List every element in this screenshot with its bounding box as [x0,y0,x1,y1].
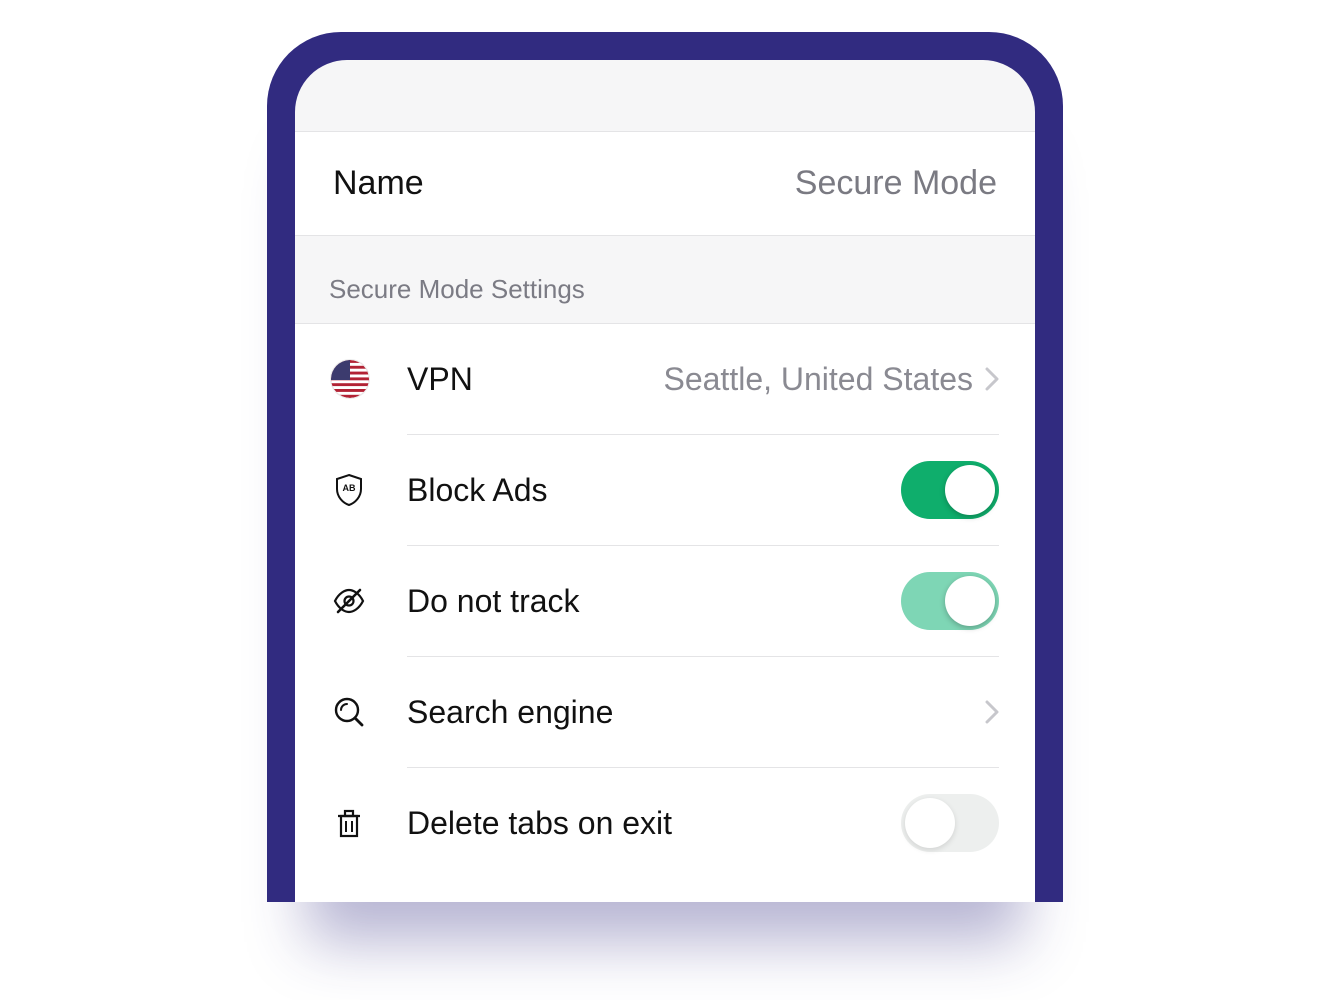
phone-frame: Name Secure Mode Secure Mode Settings [267,32,1063,902]
eye-off-icon [331,583,407,619]
delete-tabs-row: Delete tabs on exit [331,768,1035,878]
mode-name-label: Name [333,164,424,203]
search-icon [331,694,407,730]
search-engine-row[interactable]: Search engine [331,657,1035,767]
block-ads-row: AB Block Ads [331,435,1035,545]
vpn-value: Seattle, United States [663,361,973,398]
chevron-right-icon [985,367,999,391]
do-not-track-toggle[interactable] [901,572,999,630]
do-not-track-label: Do not track [407,583,580,620]
delete-tabs-label: Delete tabs on exit [407,805,672,842]
shield-adblock-icon: AB [331,472,407,508]
mode-name-value: Secure Mode [795,164,997,203]
block-ads-toggle[interactable] [901,461,999,519]
vpn-row[interactable]: VPN Seattle, United States [331,324,1035,434]
block-ads-label: Block Ads [407,472,548,509]
phone-screen: Name Secure Mode Secure Mode Settings [295,60,1035,902]
search-engine-label: Search engine [407,694,613,731]
trash-icon [331,805,407,841]
chevron-right-icon [985,700,999,724]
vpn-label: VPN [407,361,473,398]
delete-tabs-toggle[interactable] [901,794,999,852]
section-header: Secure Mode Settings [295,236,1035,324]
status-bar-area [295,60,1035,132]
mode-name-row[interactable]: Name Secure Mode [295,132,1035,236]
svg-text:AB: AB [343,483,356,493]
us-flag-icon [331,360,407,398]
do-not-track-row: Do not track [331,546,1035,656]
settings-list: VPN Seattle, United States AB Block Ads [295,324,1035,902]
